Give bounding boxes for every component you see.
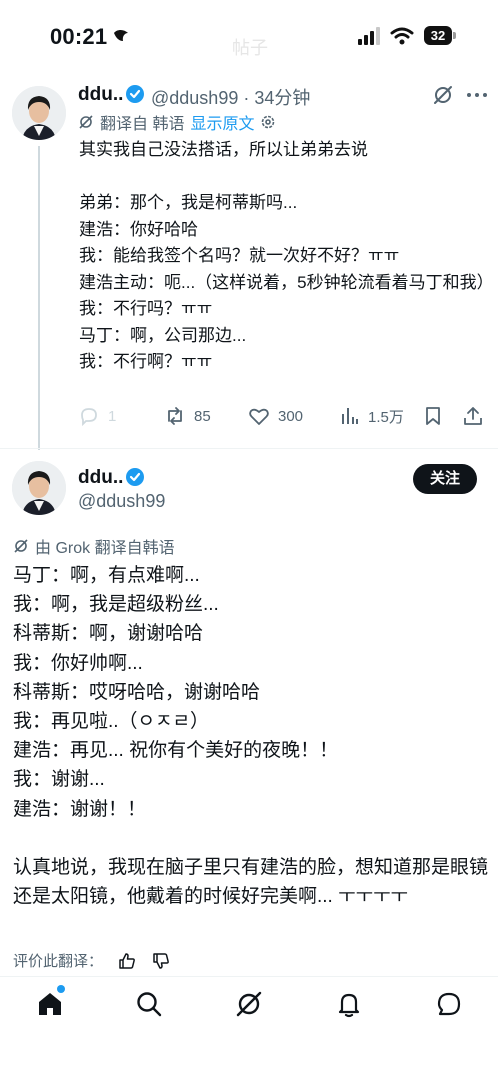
- views-chart-icon: [342, 408, 358, 424]
- home-icon: [39, 993, 61, 1015]
- avatar-image: [12, 86, 66, 140]
- rate-translation-label: 评价此翻译：: [13, 953, 104, 970]
- share-button[interactable]: [462, 405, 484, 427]
- grok-small-icon: [14, 539, 28, 553]
- wifi-icon: [390, 27, 414, 45]
- tweet2-line: 认真地说，我现在脑子里只有建浩的脸，想知道那是眼镜还是太阳镜，他戴着的时候好完美…: [13, 857, 489, 908]
- home-notification-dot: [57, 985, 65, 993]
- tweet2-line: 马丁：啊，有点难啊...: [13, 565, 200, 586]
- cellular-signal-icon: [358, 27, 380, 45]
- like-count: 300: [278, 407, 304, 425]
- thumbs-down-icon[interactable]: [151, 951, 171, 971]
- tweet1-line: 其实我自己没法搭话，所以让弟弟去说: [79, 140, 368, 159]
- tweet2-line: 我：你好帅啊...: [13, 652, 143, 674]
- battery-level: 32: [424, 26, 452, 45]
- translated-from-label: 翻译自 韩语: [100, 116, 185, 133]
- nav-notifications[interactable]: [334, 989, 364, 1019]
- nav-home[interactable]: [35, 985, 65, 1019]
- bookmark-button[interactable]: [422, 405, 444, 427]
- reply-button[interactable]: 1: [78, 405, 116, 427]
- battery-tip: [453, 32, 456, 39]
- tweet2-line: 建浩：再见... 祝你有个美好的夜晚！！: [13, 740, 339, 762]
- bell-icon: [338, 993, 360, 1018]
- tweet2-line: 我：再见啦..（ㅇㅈㄹ）: [13, 711, 209, 733]
- tweet2-line: 我：谢谢...: [13, 769, 105, 791]
- battery-indicator: 32: [424, 26, 456, 45]
- tweet-divider: [0, 448, 498, 449]
- status-time: 00:21: [50, 24, 108, 49]
- show-original-link[interactable]: 显示原文: [190, 110, 254, 134]
- avatar[interactable]: [12, 86, 66, 140]
- bookmark-icon: [426, 407, 440, 425]
- rate-translation-row: 评价此翻译：: [13, 950, 171, 971]
- tweet2-line: 科蒂斯：啊，谢谢哈哈: [13, 623, 204, 645]
- views-button[interactable]: 1.5万: [338, 405, 404, 427]
- verified-badge-icon: [126, 85, 144, 103]
- like-button[interactable]: 300: [248, 405, 303, 427]
- tweet2-handle[interactable]: @ddush99: [78, 491, 165, 512]
- search-icon: [137, 992, 162, 1017]
- tweet1-line: 建浩：你好哈哈: [79, 219, 198, 239]
- thread-connector-line: [38, 146, 40, 450]
- share-icon: [464, 407, 482, 425]
- avatar-image: [12, 461, 66, 515]
- grok-small-icon: [79, 115, 93, 129]
- tweet1-action-bar: 1 85 300 1.5万: [78, 405, 490, 433]
- focus-moon-icon: [114, 30, 128, 41]
- avatar[interactable]: [12, 461, 66, 515]
- retweet-button[interactable]: 85: [164, 405, 211, 427]
- grok-icon: [236, 991, 262, 1017]
- message-bubble-icon: [437, 992, 461, 1016]
- faded-page-title: 帖子: [232, 38, 268, 58]
- status-bar: 00:21 帖子 32: [0, 0, 498, 72]
- tweet2-line: 科蒂斯：哎呀哈哈，谢谢哈哈: [13, 681, 261, 703]
- verified-badge-icon: [126, 468, 144, 486]
- retweet-count: 85: [194, 407, 211, 425]
- reply-count: 1: [108, 407, 117, 425]
- view-count: 1.5万: [368, 408, 404, 426]
- tweet2-line: 我：啊，我是超级粉丝...: [13, 594, 219, 616]
- nav-search[interactable]: [134, 989, 164, 1019]
- grok-translation-note: 由 Grok 翻译自韩语: [35, 540, 175, 557]
- tweet1-text: 其实我自己没法搭话，所以让弟弟去说 弟弟：那个，我是柯蒂斯吗... 建浩：你好哈…: [79, 137, 494, 376]
- tweet1-line: 弟弟：那个，我是柯蒂斯吗...: [79, 193, 298, 212]
- translation-row: 翻译自 韩语 显示原文: [78, 110, 276, 134]
- tweet1-line: 我：能给我签个名吗？就一次好不好？ㅠㅠ: [79, 246, 400, 265]
- settings-gear-icon[interactable]: [260, 114, 276, 130]
- more-options-icon[interactable]: [464, 82, 490, 108]
- thumbs-up-icon[interactable]: [117, 951, 137, 971]
- grok-translation-row: 由 Grok 翻译自韩语: [13, 534, 175, 558]
- nav-messages[interactable]: [434, 989, 464, 1019]
- bottom-navigation: [0, 976, 498, 1078]
- follow-button[interactable]: 关注: [413, 464, 477, 494]
- tweet2-text: 马丁：啊，有点难啊... 我：啊，我是超级粉丝... 科蒂斯：啊，谢谢哈哈 我：…: [13, 561, 491, 911]
- tweet1-line: 马丁：啊，公司那边...: [79, 325, 247, 345]
- grok-icon[interactable]: [432, 84, 454, 106]
- tweet2-line: 建浩：谢谢！！: [13, 798, 147, 820]
- tweet1-line: 我：不行啊？ㅠㅠ: [79, 352, 213, 371]
- tweet1-handle-time[interactable]: @ddush99 · 34分钟: [151, 84, 310, 110]
- reply-icon: [81, 408, 97, 427]
- tweet1-display-name[interactable]: ddu..: [78, 84, 123, 106]
- heart-icon: [249, 408, 269, 425]
- nav-grok[interactable]: [234, 989, 264, 1019]
- tweet2-display-name[interactable]: ddu..: [78, 467, 123, 489]
- tweet1-line: 建浩主动：呃...（这样说着，5秒钟轮流看着马丁和我）: [79, 272, 494, 292]
- tweet1-line: 我：不行吗？ㅠㅠ: [79, 299, 213, 318]
- retweet-icon: [168, 407, 182, 425]
